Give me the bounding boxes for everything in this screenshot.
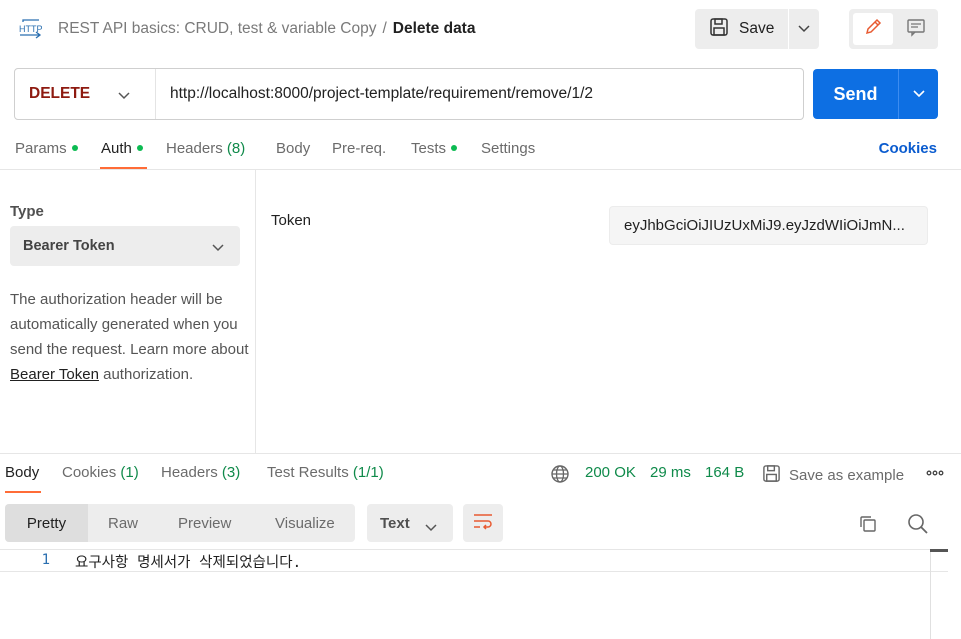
save-button[interactable]: Save bbox=[695, 9, 788, 49]
save-button-group: Save bbox=[695, 9, 819, 49]
more-horizontal-icon[interactable] bbox=[925, 463, 945, 483]
chevron-down-icon bbox=[118, 87, 130, 105]
http-icon: HTTP bbox=[18, 18, 44, 40]
view-pretty[interactable]: Pretty bbox=[5, 504, 88, 542]
auth-description: The authorization header will be automat… bbox=[10, 291, 249, 383]
tab-prerequest[interactable]: Pre-req. bbox=[332, 140, 386, 157]
status-dot bbox=[451, 145, 458, 152]
save-as-example-button[interactable]: Save as example bbox=[762, 464, 904, 487]
auth-type-label: Type bbox=[10, 203, 44, 220]
tab-tests[interactable]: Tests bbox=[411, 140, 458, 157]
cookies-link[interactable]: Cookies bbox=[879, 140, 937, 157]
breadcrumb-separator: / bbox=[382, 20, 387, 37]
save-options-dropdown[interactable] bbox=[789, 9, 819, 49]
wrap-lines-button[interactable] bbox=[463, 504, 503, 542]
right-panel-toggle bbox=[849, 9, 938, 49]
save-as-example-label: Save as example bbox=[789, 467, 905, 484]
tab-test-results[interactable]: Test Results (1/1) bbox=[267, 464, 384, 481]
tab-headers[interactable]: Headers (8) bbox=[166, 140, 245, 157]
active-tab-underline bbox=[100, 167, 147, 169]
chevron-down-icon bbox=[425, 519, 437, 536]
bearer-token-link[interactable]: Bearer Token bbox=[10, 366, 99, 383]
scrollbar-thumb[interactable] bbox=[930, 549, 948, 552]
globe-icon[interactable] bbox=[550, 464, 570, 484]
format-value: Text bbox=[380, 514, 410, 532]
method-divider bbox=[155, 69, 156, 119]
tab-body[interactable]: Body bbox=[276, 140, 310, 157]
svg-text:HTTP: HTTP bbox=[19, 24, 43, 34]
tab-response-body[interactable]: Body bbox=[5, 464, 39, 481]
url-input[interactable] bbox=[170, 69, 795, 119]
response-body-text[interactable]: 요구사항 명세서가 삭제되었습니다. bbox=[75, 551, 301, 572]
send-options-dropdown[interactable] bbox=[899, 69, 938, 119]
chevron-down-icon bbox=[212, 240, 224, 256]
tab-settings[interactable]: Settings bbox=[481, 140, 535, 157]
token-label: Token bbox=[271, 212, 312, 229]
response-divider[interactable] bbox=[0, 453, 961, 454]
status-dot bbox=[136, 145, 143, 152]
response-time[interactable]: 29 ms bbox=[650, 464, 691, 481]
chevron-down-icon bbox=[912, 85, 925, 103]
edit-mode-button[interactable] bbox=[853, 13, 893, 45]
method-select[interactable]: DELETE bbox=[15, 69, 155, 119]
send-button[interactable]: Send bbox=[813, 69, 898, 119]
url-bar: DELETE bbox=[14, 68, 804, 120]
view-raw[interactable]: Raw bbox=[108, 504, 138, 542]
request-name[interactable]: Delete data bbox=[393, 20, 476, 37]
tab-params[interactable]: Params bbox=[15, 140, 78, 157]
breadcrumb-collection[interactable]: REST API basics: CRUD, test & variable C… bbox=[58, 20, 376, 37]
view-visualize[interactable]: Visualize bbox=[275, 504, 335, 542]
line-number: 1 bbox=[41, 552, 50, 568]
auth-type-value: Bearer Token bbox=[23, 238, 115, 254]
response-size[interactable]: 164 B bbox=[705, 464, 744, 481]
send-button-group: Send bbox=[813, 69, 938, 119]
floppy-disk-icon bbox=[709, 17, 729, 42]
view-preview[interactable]: Preview bbox=[178, 504, 231, 542]
auth-type-select[interactable]: Bearer Token bbox=[10, 226, 240, 266]
save-label: Save bbox=[739, 20, 775, 37]
tab-response-headers[interactable]: Headers (3) bbox=[161, 464, 240, 481]
comment-icon bbox=[906, 17, 926, 42]
search-icon[interactable] bbox=[907, 513, 929, 535]
pencil-icon bbox=[863, 17, 883, 42]
wrap-lines-icon bbox=[472, 512, 494, 535]
chevron-down-icon bbox=[798, 20, 810, 38]
tab-response-cookies[interactable]: Cookies (1) bbox=[62, 464, 139, 481]
vertical-scrollbar[interactable] bbox=[930, 549, 948, 639]
floppy-disk-icon bbox=[762, 464, 781, 487]
response-format-select[interactable]: Text bbox=[367, 504, 453, 542]
copy-icon[interactable] bbox=[858, 514, 878, 534]
method-label: DELETE bbox=[29, 85, 91, 102]
response-view-toggle: Pretty Raw Preview Visualize bbox=[5, 504, 355, 542]
request-tabs: Params Auth Headers (8) Body Pre-req. Te… bbox=[0, 136, 961, 170]
token-input[interactable]: eyJhbGciOiJIUzUxMiJ9.eyJzdWIiOiJmN... bbox=[609, 206, 928, 245]
breadcrumb: REST API basics: CRUD, test & variable C… bbox=[58, 20, 475, 38]
tab-auth[interactable]: Auth bbox=[101, 140, 143, 157]
status-code[interactable]: 200 OK bbox=[585, 464, 636, 481]
status-dot bbox=[71, 145, 78, 152]
auth-type-panel: Type Bearer Token The authorization head… bbox=[0, 170, 256, 453]
active-tab-underline bbox=[5, 491, 41, 493]
documentation-button[interactable] bbox=[897, 13, 935, 45]
